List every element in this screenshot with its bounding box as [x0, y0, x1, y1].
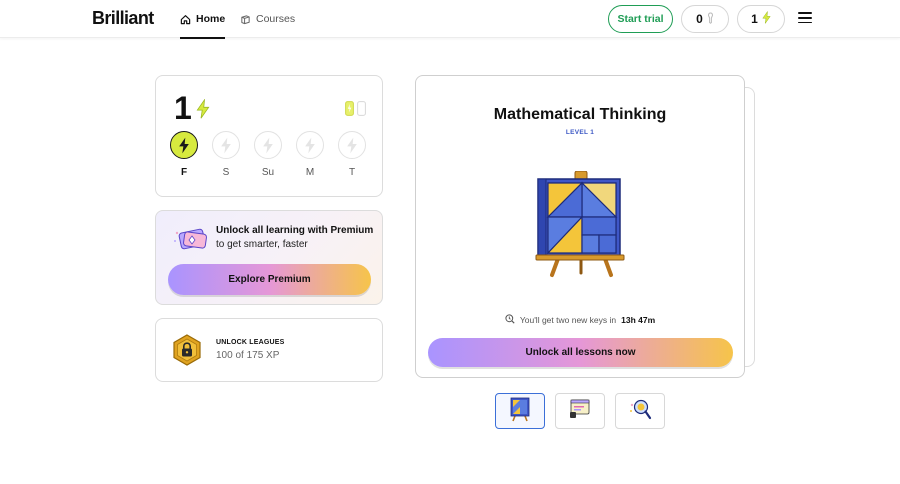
brilliant-logo[interactable]: Brilliant [92, 8, 154, 29]
day-circle [254, 131, 282, 159]
day-circle [338, 131, 366, 159]
nav-home-label: Home [196, 13, 226, 25]
course-title: Mathematical Thinking [493, 106, 667, 123]
day-monday: M [296, 131, 324, 178]
lightning-icon [196, 90, 210, 127]
course-thumbnail[interactable] [555, 393, 605, 429]
day-friday: F [170, 131, 198, 178]
courses-icon [240, 14, 251, 25]
hamburger-menu-icon[interactable] [798, 12, 812, 26]
code-window-icon [568, 397, 592, 426]
leagues-progress: 100 of 175 XP [216, 350, 280, 361]
top-nav-bar: Brilliant Home Courses Start trial 0 1 [0, 0, 900, 39]
clock-search-icon [505, 314, 515, 326]
battery-empty-icon [357, 101, 366, 121]
course-card[interactable]: Mathematical Thinking LEVEL 1 You'll get… [415, 75, 745, 378]
nav-courses[interactable]: Courses [240, 0, 295, 38]
keys-refill-time: 13h 47m [621, 315, 656, 325]
day-sunday: Su [254, 131, 282, 178]
battery-charged-icon [345, 101, 354, 121]
keys-count: 0 [696, 12, 703, 26]
keys-refill-notice: You'll get two new keys in 13h 47m [416, 314, 744, 326]
lock-badge-icon [171, 334, 203, 371]
leagues-card: UNLOCK LEAGUES 100 of 175 XP [155, 318, 383, 382]
premium-card: Unlock all learning with Premium to get … [155, 210, 383, 305]
course-thumbnail[interactable] [615, 393, 665, 429]
course-thumbnail[interactable] [495, 393, 545, 429]
streak-count-value: 1 [174, 90, 192, 126]
keys-counter[interactable]: 0 [681, 5, 729, 33]
streak-counter[interactable]: 1 [737, 5, 785, 33]
day-label: T [348, 167, 356, 178]
easel-tangram-icon [509, 396, 531, 427]
day-tuesday: T [338, 131, 366, 178]
premium-subtitle: to get smarter, faster [216, 239, 308, 250]
streak-week-days: F S Su M T [170, 131, 366, 178]
key-icon [707, 11, 714, 27]
lightning-icon [762, 10, 771, 27]
nav-courses-label: Courses [256, 13, 296, 25]
day-label: F [180, 167, 188, 178]
leagues-title: UNLOCK LEAGUES [216, 339, 285, 346]
magnifier-icon [627, 397, 653, 426]
streak-count-header: 1 [751, 12, 758, 26]
day-label: Su [261, 167, 275, 178]
day-circle [212, 131, 240, 159]
start-trial-button[interactable]: Start trial [608, 5, 673, 33]
premium-ticket-icon [172, 225, 210, 258]
streak-card: 1 F S Su M T [155, 75, 383, 197]
nav-home[interactable]: Home [180, 0, 226, 39]
streak-total: 1 [174, 90, 210, 127]
day-circle-active [170, 131, 198, 159]
home-icon [180, 14, 191, 25]
day-saturday: S [212, 131, 240, 178]
course-level: LEVEL 1 [565, 129, 595, 136]
keys-refill-text: You'll get two new keys in [519, 315, 617, 325]
easel-tangram-illustration [534, 170, 629, 286]
day-label: M [305, 167, 315, 178]
day-circle [296, 131, 324, 159]
day-label: S [222, 167, 230, 178]
explore-premium-button[interactable]: Explore Premium [168, 264, 371, 295]
course-carousel [495, 393, 665, 429]
streak-freeze-indicator [345, 101, 366, 121]
premium-title: Unlock all learning with Premium [216, 225, 374, 236]
unlock-lessons-button[interactable]: Unlock all lessons now [428, 338, 733, 367]
